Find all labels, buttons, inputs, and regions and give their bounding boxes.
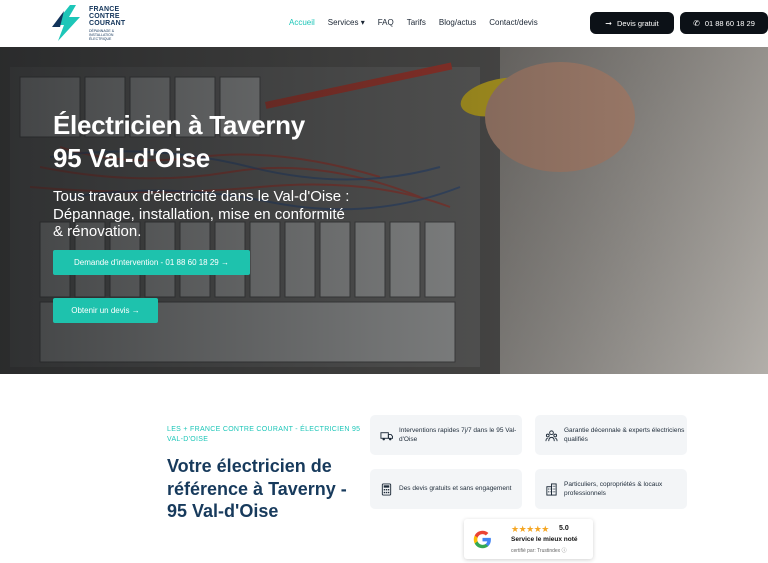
section-eyebrow: LES + FRANCE CONTRE COURANT - ÉLECTRICIE… (167, 426, 361, 443)
feature-card-fast-intervention: Interventions rapides 7j/7 dans le 95 Va… (370, 415, 522, 455)
intervention-request-button[interactable]: Demande d'intervention - 01 88 60 18 29 … (53, 250, 250, 275)
brand-logo[interactable]: FRANCE CONTRE COURANT DÉPANNAGE & INSTAL… (50, 5, 125, 41)
building-icon (546, 482, 557, 496)
nav-item-blog[interactable]: Blog/actus (439, 18, 476, 27)
hero-title-line-2: 95 Val-d'Oise (53, 143, 210, 173)
site-header: FRANCE CONTRE COURANT DÉPANNAGE & INSTAL… (0, 0, 768, 47)
get-quote-button[interactable]: Obtenir un devis → (53, 298, 158, 323)
nav-item-contact[interactable]: Contact/devis (489, 18, 537, 27)
phone-icon: ✆ (693, 18, 700, 28)
hero-subtitle: Tous travaux d'électricité dans le Val-d… (53, 188, 350, 240)
phone-button[interactable]: ✆ 01 88 60 18 29 (680, 12, 768, 34)
team-icon (545, 429, 558, 441)
feature-text: Interventions rapides 7j/7 dans le 95 Va… (399, 426, 517, 444)
brand-line-3: COURANT (89, 20, 126, 27)
brand-line-1: FRANCE (89, 6, 120, 13)
feature-card-free-quote: Des devis gratuits et sans engagement (370, 469, 522, 509)
brand-tagline: DÉPANNAGE & INSTALLATION ÉLECTRIQUE (89, 29, 115, 41)
devis-gratuit-label: Devis gratuit (617, 18, 659, 28)
feature-text: Particuliers, copropriétés & locaux prof… (564, 480, 663, 498)
nav-item-tarifs[interactable]: Tarifs (407, 18, 426, 27)
feature-text: Garantie décennale & experts électricien… (564, 426, 685, 444)
calculator-icon (381, 482, 392, 496)
phone-label: 01 88 60 18 29 (704, 18, 755, 28)
rating-label: Service le mieux noté (511, 536, 578, 543)
devis-gratuit-button[interactable]: ➞ Devis gratuit (590, 12, 674, 34)
feature-text: Des devis gratuits et sans engagement (399, 485, 512, 493)
feature-card-guarantee: Garantie décennale & experts électricien… (535, 415, 687, 455)
hero-title: Électricien à Taverny 95 Val-d'Oise (53, 109, 305, 175)
google-logo-icon (473, 530, 491, 549)
rating-stars: ★★★★★ (511, 524, 549, 534)
google-review-badge[interactable]: ★★★★★ 5.0 Service le mieux noté certifié… (464, 519, 593, 559)
truck-icon (380, 431, 393, 440)
rating-certified: certifié par: Trustindex ⓘ (511, 548, 567, 554)
nav-item-services[interactable]: Services ▾ (328, 18, 365, 27)
hero-section: Électricien à Taverny 95 Val-d'Oise Tous… (0, 47, 768, 374)
hero-title-line-1: Électricien à Taverny (53, 110, 305, 140)
rating-score: 5.0 (559, 525, 569, 532)
main-nav: Accueil Services ▾ FAQ Tarifs Blog/actus… (289, 18, 551, 27)
section-title: Votre électricien de référence à Taverny… (167, 456, 347, 521)
arrow-right-icon: ➞ (605, 18, 612, 28)
nav-item-accueil[interactable]: Accueil (289, 18, 315, 27)
nav-item-faq[interactable]: FAQ (378, 18, 394, 27)
brand-line-2: CONTRE (89, 13, 120, 20)
feature-card-clients: Particuliers, copropriétés & locaux prof… (535, 469, 687, 509)
lightning-logo-icon (52, 5, 80, 41)
